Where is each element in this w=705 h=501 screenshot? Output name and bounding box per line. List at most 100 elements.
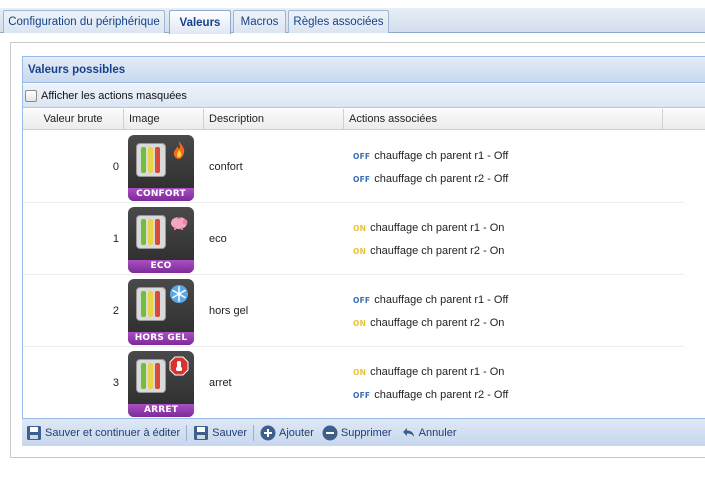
- action-text: chauffage ch parent r1 - On: [370, 366, 505, 378]
- image-label: ECO: [128, 260, 194, 273]
- radiator-bar: [148, 363, 153, 389]
- values-grid: Valeurs possibles Afficher les actions m…: [22, 56, 705, 446]
- save-label: Sauver: [212, 426, 247, 439]
- grid-title: Valeurs possibles: [23, 57, 705, 83]
- heater-stop-image: ARRET: [128, 351, 194, 417]
- table-row[interactable]: 2 HORS GEL hors gel OFF chauffage ch par…: [23, 275, 684, 347]
- action-item: ON chauffage ch parent r1 - On: [353, 365, 504, 379]
- table-row[interactable]: 0 CONFORT confort OFF chauffage ch paren…: [23, 131, 684, 203]
- tab-bar: Configuration du périphérique Valeurs Ma…: [0, 8, 705, 34]
- off-state-icon: OFF: [353, 295, 371, 305]
- piggy-bank-icon: [171, 217, 188, 230]
- off-state-icon: OFF: [353, 151, 371, 161]
- action-item: ON chauffage ch parent r1 - On: [353, 221, 504, 235]
- on-state-icon: ON: [353, 223, 367, 233]
- show-hidden-actions-checkbox[interactable]: [25, 89, 37, 102]
- action-item: OFF chauffage ch parent r2 - Off: [353, 172, 508, 186]
- stop-hand-icon: [169, 356, 189, 376]
- radiator-bar: [141, 219, 146, 245]
- add-label: Ajouter: [279, 426, 314, 439]
- value-description: eco: [209, 233, 227, 245]
- action-text: chauffage ch parent r2 - Off: [374, 173, 509, 185]
- tab-device-configuration[interactable]: Configuration du périphérique: [3, 10, 165, 33]
- action-text: chauffage ch parent r2 - On: [370, 245, 505, 257]
- table-row[interactable]: 3 ARRET arret ON chauffage ch parent r1 …: [23, 347, 684, 419]
- value-image: ARRET: [128, 351, 194, 417]
- value-description: arret: [209, 377, 232, 389]
- image-label: CONFORT: [128, 188, 194, 201]
- off-state-icon: OFF: [353, 390, 371, 400]
- floppy-disk-icon: [27, 425, 41, 440]
- save-and-continue-label: Sauver et continuer à éditer: [45, 426, 181, 439]
- action-item: OFF chauffage ch parent r2 - Off: [353, 388, 508, 402]
- associated-actions: ON chauffage ch parent r1 - On OFF chauf…: [353, 347, 653, 419]
- on-state-icon: ON: [353, 367, 367, 377]
- radiator-bar: [148, 291, 153, 317]
- value-image: ECO: [128, 207, 194, 273]
- tab-values[interactable]: Valeurs: [169, 10, 231, 34]
- minus-circle-icon: [322, 425, 338, 440]
- heater-eco-image: ECO: [128, 207, 194, 273]
- column-header-row: Valeur brute Image Description Actions a…: [23, 109, 705, 130]
- delete-label: Supprimer: [340, 426, 392, 439]
- save-and-continue-button[interactable]: Sauver et continuer à éditer: [26, 425, 180, 441]
- delete-button[interactable]: Supprimer: [322, 425, 392, 441]
- show-hidden-actions-row: Afficher les actions masquées: [23, 84, 705, 108]
- action-text: chauffage ch parent r1 - On: [370, 222, 505, 234]
- value-description: hors gel: [209, 305, 249, 317]
- associated-actions: OFF chauffage ch parent r1 - Off ON chau…: [353, 275, 653, 347]
- snowflake-icon: [170, 285, 188, 303]
- on-state-icon: ON: [353, 318, 367, 328]
- radiator-bar: [141, 363, 146, 389]
- off-state-icon: OFF: [353, 174, 371, 184]
- radiator-bar: [141, 147, 146, 173]
- toolbar-separator: [253, 424, 254, 441]
- radiator-bar: [148, 147, 153, 173]
- undo-arrow-icon: [402, 427, 414, 437]
- action-item: ON chauffage ch parent r2 - On: [353, 244, 504, 258]
- image-label: ARRET: [128, 404, 194, 417]
- value-image: HORS GEL: [128, 279, 194, 345]
- value-image: CONFORT: [128, 135, 194, 201]
- action-text: chauffage ch parent r2 - On: [370, 317, 505, 329]
- raw-value: 3: [112, 377, 119, 389]
- floppy-disk-icon: [194, 425, 209, 440]
- radiator-bar: [148, 219, 153, 245]
- radiator-bar: [155, 291, 160, 317]
- tab-associated-rules[interactable]: Règles associées: [288, 10, 389, 33]
- associated-actions: OFF chauffage ch parent r1 - Off OFF cha…: [353, 131, 653, 203]
- flame-icon: [173, 141, 185, 159]
- associated-actions: ON chauffage ch parent r1 - On ON chauff…: [353, 203, 653, 275]
- action-item: OFF chauffage ch parent r1 - Off: [353, 149, 508, 163]
- heater-comfort-image: CONFORT: [128, 135, 194, 201]
- action-text: chauffage ch parent r1 - Off: [374, 294, 509, 306]
- action-text: chauffage ch parent r1 - Off: [374, 150, 509, 162]
- tab-macros[interactable]: Macros: [233, 10, 286, 33]
- radiator-bar: [155, 363, 160, 389]
- raw-value: 2: [112, 305, 119, 317]
- cancel-label: Annuler: [418, 426, 457, 439]
- grid-toolbar: Sauver et continuer à éditer Sauver Ajou…: [22, 418, 705, 446]
- table-row[interactable]: 1 ECO eco ON chauffage ch parent r1 - On…: [23, 203, 684, 275]
- column-header-description[interactable]: Description: [204, 109, 344, 130]
- action-item: OFF chauffage ch parent r1 - Off: [353, 293, 508, 307]
- image-label: HORS GEL: [128, 332, 194, 345]
- show-hidden-actions-label[interactable]: Afficher les actions masquées: [41, 90, 187, 102]
- cancel-button[interactable]: Annuler: [400, 425, 457, 441]
- on-state-icon: ON: [353, 246, 367, 256]
- column-header-actions[interactable]: Actions associées: [344, 109, 663, 130]
- raw-value: 0: [112, 161, 119, 173]
- column-header-image[interactable]: Image: [124, 109, 204, 130]
- save-button[interactable]: Sauver: [193, 425, 247, 441]
- action-text: chauffage ch parent r2 - Off: [374, 389, 509, 401]
- toolbar-separator: [186, 424, 188, 441]
- radiator-bar: [155, 219, 160, 245]
- grid-rows: 0 CONFORT confort OFF chauffage ch paren…: [23, 131, 705, 419]
- raw-value: 1: [112, 233, 119, 245]
- add-button[interactable]: Ajouter: [260, 425, 314, 441]
- action-item: ON chauffage ch parent r2 - On: [353, 316, 504, 330]
- column-header-raw-value[interactable]: Valeur brute: [23, 109, 124, 130]
- heater-frost-image: HORS GEL: [128, 279, 194, 345]
- radiator-bar: [155, 147, 160, 173]
- plus-circle-icon: [260, 425, 276, 440]
